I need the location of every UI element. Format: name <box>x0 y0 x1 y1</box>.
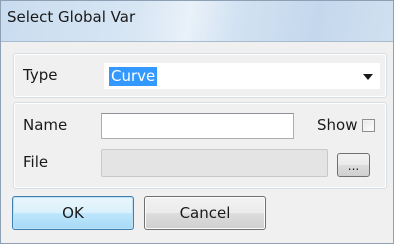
chevron-down-icon[interactable] <box>363 74 373 80</box>
type-dropdown[interactable]: Curve <box>104 63 380 89</box>
ok-button[interactable]: OK <box>12 196 134 230</box>
name-input[interactable] <box>101 113 294 139</box>
type-selected-value: Curve <box>109 67 158 86</box>
select-global-var-dialog: Select Global Var Type Curve Name Show F… <box>0 0 394 244</box>
cancel-button[interactable]: Cancel <box>144 196 266 230</box>
show-checkbox[interactable] <box>362 119 375 132</box>
name-label: Name <box>23 116 68 134</box>
file-label: File <box>23 153 49 171</box>
name-file-group: Name Show File ... <box>13 102 387 189</box>
type-label: Type <box>23 66 58 84</box>
dialog-body: Type Curve Name Show File ... OK Cancel <box>3 42 391 242</box>
file-path-field <box>101 149 328 177</box>
title-bar[interactable]: Select Global Var <box>1 1 393 42</box>
show-label: Show <box>317 116 358 134</box>
window-title: Select Global Var <box>7 8 136 26</box>
browse-button[interactable]: ... <box>337 153 370 177</box>
type-group: Type Curve <box>13 53 387 98</box>
